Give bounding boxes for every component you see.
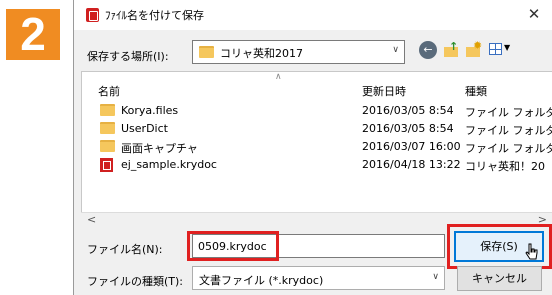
app-icon [86, 8, 99, 22]
file-kind: ファイル フォルダー [465, 106, 552, 119]
column-header-kind[interactable]: 種類 [465, 83, 487, 99]
folder-icon [100, 122, 115, 134]
file-date: 2016/03/07 16:00 [362, 140, 461, 153]
save-location-combo[interactable]: コリャ英和2017 ∨ [192, 40, 405, 64]
list-item[interactable]: UserDict 2016/03/05 8:54 ファイル フォルダー [82, 120, 552, 137]
filetype-label: ファイルの種類(T): [87, 275, 184, 288]
up-folder-icon[interactable]: ↑ [444, 40, 460, 58]
chevron-down-icon[interactable]: ∨ [432, 272, 439, 282]
filename-input[interactable] [193, 235, 444, 257]
list-item[interactable]: 画面キャプチャ 2016/03/07 16:00 ファイル フォルダー [82, 138, 552, 155]
folder-icon [100, 140, 115, 152]
close-button[interactable]: ✕ [521, 2, 547, 26]
folder-icon [100, 104, 115, 116]
list-item[interactable]: ej_sample.krydoc 2016/04/18 13:22 コリャ英和！… [82, 156, 552, 173]
file-date: 2016/03/05 8:54 [362, 122, 454, 135]
filetype-select[interactable]: 文書ファイル (*.krydoc) ∨ [192, 266, 445, 290]
file-kind: ファイル フォルダー [465, 142, 552, 155]
view-menu-icon[interactable]: ▼ [489, 42, 515, 58]
file-name: ej_sample.krydoc [121, 158, 217, 171]
save-location-value: コリャ英和2017 [220, 47, 303, 60]
scroll-left-icon[interactable]: < [87, 213, 96, 226]
file-name: Korya.files [121, 104, 179, 117]
filetype-value: 文書ファイル (*.krydoc) [199, 274, 324, 287]
save-as-dialog: ﾌｧｲﾙ名を付けて保存 ✕ 保存する場所(I): コリャ英和2017 ∨ ← ↑… [73, 0, 552, 295]
filename-label: ファイル名(N): [87, 243, 163, 256]
title-bar[interactable]: ﾌｧｲﾙ名を付けて保存 ✕ [74, 0, 552, 30]
list-item[interactable]: Korya.files 2016/03/05 8:54 ファイル フォルダー [82, 102, 552, 119]
cursor-icon [525, 243, 538, 260]
scroll-right-icon[interactable]: > [538, 213, 547, 226]
column-header-date[interactable]: 更新日時 [362, 83, 406, 99]
file-list[interactable]: ∧ 名前 更新日時 種類 Korya.files 2016/03/05 8:54… [81, 71, 552, 227]
file-name: UserDict [121, 122, 168, 135]
file-name: 画面キャプチャ [121, 142, 198, 155]
document-icon [100, 158, 113, 172]
horizontal-scrollbar[interactable]: < > [81, 212, 552, 227]
file-date: 2016/03/05 8:54 [362, 104, 454, 117]
back-icon[interactable]: ← [419, 41, 437, 59]
file-date: 2016/04/18 13:22 [362, 158, 461, 171]
step-number-badge: 2 [6, 9, 60, 60]
cancel-button[interactable]: キャンセル [457, 266, 542, 291]
filename-field[interactable] [192, 234, 445, 258]
column-header-name[interactable]: 名前 [98, 83, 120, 99]
file-kind: コリャ英和！20 [465, 160, 545, 173]
file-kind: ファイル フォルダー [465, 124, 552, 137]
chevron-down-icon[interactable]: ∨ [392, 45, 399, 55]
dialog-title: ﾌｧｲﾙ名を付けて保存 [105, 9, 204, 22]
folder-icon [199, 46, 214, 58]
save-location-label: 保存する場所(I): [87, 50, 169, 63]
sort-caret-icon: ∧ [275, 72, 282, 82]
new-folder-icon[interactable]: ✹ [466, 39, 482, 58]
